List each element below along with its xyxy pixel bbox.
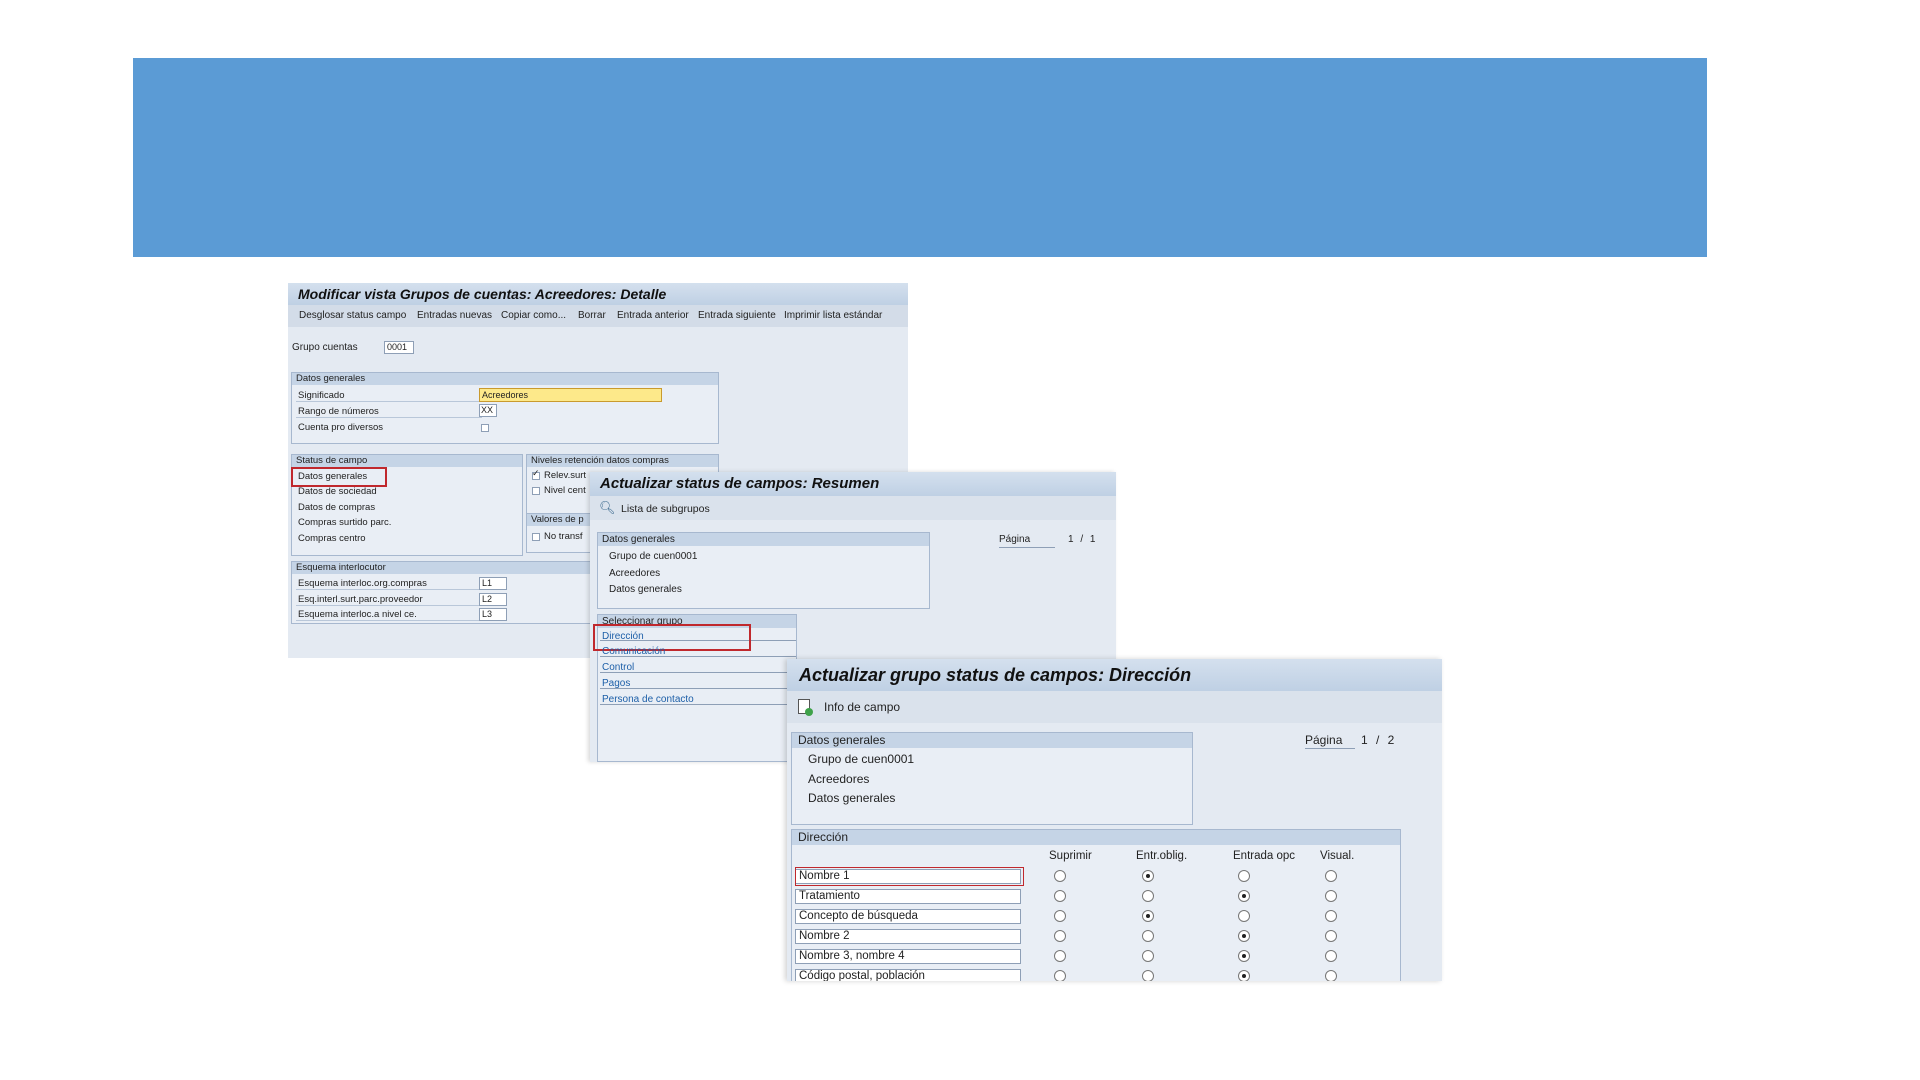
number-range-label: Rango de números	[298, 406, 379, 417]
window-title: Actualizar status de campos: Resumen	[590, 472, 1116, 496]
radio-optional[interactable]	[1238, 890, 1250, 902]
radio-optional[interactable]	[1238, 950, 1250, 962]
number-range-field[interactable]: XX	[479, 404, 497, 417]
toolbar: Desglosar status campo Entradas nuevas C…	[288, 305, 908, 327]
radio-suppress[interactable]	[1054, 910, 1066, 922]
subgroup-list-button[interactable]: Lista de subgrupos	[621, 503, 710, 515]
radio-display[interactable]	[1325, 970, 1337, 981]
magnifier-icon[interactable]: 🔍︎	[599, 500, 616, 516]
no-transfer-checkbox[interactable]	[532, 533, 540, 541]
radio-suppress[interactable]	[1054, 890, 1066, 902]
one-time-account-checkbox[interactable]	[481, 424, 489, 432]
general-data-line-2: Acreedores	[609, 568, 661, 579]
radio-display[interactable]	[1325, 910, 1337, 922]
field-row-name: Nombre 3, nombre 4	[795, 949, 1021, 964]
account-group-label: Grupo cuentas	[292, 342, 358, 353]
toolbar-previous-entry-button[interactable]: Entrada anterior	[617, 310, 689, 321]
meaning-field[interactable]: Acreedores	[479, 388, 662, 402]
radio-display[interactable]	[1325, 890, 1337, 902]
general-data-line-3: Datos generales	[609, 584, 682, 595]
general-data-highlight	[291, 467, 387, 487]
radio-required[interactable]	[1142, 950, 1154, 962]
partner-schema-label-1: Esquema interloc.org.compras	[298, 578, 427, 589]
field-rows: Nombre 1 Tratamiento Concepto de búsqueda N…	[787, 659, 1442, 981]
name-1-highlight	[795, 867, 1024, 886]
meaning-label: Significado	[298, 390, 345, 401]
general-data-line-1: Grupo de cuen0001	[609, 551, 698, 562]
radio-display[interactable]	[1325, 870, 1337, 882]
header-banner	[133, 58, 1707, 257]
field-row-name: Nombre 2	[795, 929, 1021, 944]
toolbar: 🔍︎ Lista de subgrupos	[590, 496, 1116, 520]
general-data-header: Datos generales	[598, 533, 929, 546]
relev-label: Relev.surt	[544, 470, 587, 481]
window-title: Modificar vista Grupos de cuentas: Acree…	[288, 283, 908, 305]
relev-check-mark: ✓	[532, 468, 540, 478]
field-status-header: Status de campo	[292, 455, 522, 467]
toolbar-print-list-button[interactable]: Imprimir lista estándar	[784, 310, 882, 321]
radio-optional[interactable]	[1238, 910, 1250, 922]
partner-schema-label-3: Esquema interloc.a nivel ce.	[298, 609, 417, 620]
page-number: 1 / 1	[1068, 534, 1096, 545]
toolbar-expand-field-status-button[interactable]: Desglosar status campo	[299, 310, 406, 321]
toolbar-delete-button[interactable]: Borrar	[578, 310, 606, 321]
plant-level-label: Nivel cent	[544, 485, 586, 496]
one-time-account-label: Cuenta pro diversos	[298, 422, 384, 433]
radio-suppress[interactable]	[1054, 930, 1066, 942]
field-status-item-partial-assortment[interactable]: Compras surtido parc.	[298, 517, 391, 528]
group-link-communication[interactable]: Comunicación	[602, 646, 665, 657]
page-label: Página	[999, 534, 1031, 545]
radio-display[interactable]	[1325, 930, 1337, 942]
radio-optional[interactable]	[1238, 970, 1250, 981]
retention-levels-header: Niveles retención datos compras	[527, 455, 718, 467]
field-status-item-company-data[interactable]: Datos de sociedad	[298, 486, 377, 497]
plant-level-checkbox[interactable]	[532, 487, 540, 495]
account-group-field[interactable]: 0001	[384, 341, 414, 354]
partner-schema-label-2: Esq.interl.surt.parc.proveedor	[298, 594, 423, 605]
radio-suppress[interactable]	[1054, 970, 1066, 981]
partner-schema-field-1[interactable]: L1	[479, 577, 507, 590]
no-transfer-label: No transf	[544, 531, 583, 542]
radio-required[interactable]	[1142, 930, 1154, 942]
field-status-item-purchasing-data[interactable]: Datos de compras	[298, 502, 375, 513]
radio-optional[interactable]	[1238, 930, 1250, 942]
radio-required[interactable]	[1142, 890, 1154, 902]
field-row-name: Código postal, población	[795, 969, 1021, 981]
group-link-control[interactable]: Control	[602, 662, 634, 673]
toolbar-copy-as-button[interactable]: Copiar como...	[501, 310, 566, 321]
general-data-header: Datos generales	[292, 373, 718, 385]
partner-schema-field-3[interactable]: L3	[479, 608, 507, 621]
radio-required[interactable]	[1142, 970, 1154, 981]
field-row-name: Concepto de búsqueda	[795, 909, 1021, 924]
radio-suppress[interactable]	[1054, 950, 1066, 962]
field-row-name: Tratamiento	[795, 889, 1021, 904]
group-link-contact-person[interactable]: Persona de contacto	[602, 694, 694, 705]
toolbar-new-entries-button[interactable]: Entradas nuevas	[417, 310, 492, 321]
field-status-item-plant-purchasing[interactable]: Compras centro	[298, 533, 366, 544]
radio-display[interactable]	[1325, 950, 1337, 962]
radio-required[interactable]	[1142, 870, 1154, 882]
toolbar-next-entry-button[interactable]: Entrada siguiente	[698, 310, 776, 321]
radio-optional[interactable]	[1238, 870, 1250, 882]
radio-required[interactable]	[1142, 910, 1154, 922]
group-link-payments[interactable]: Pagos	[602, 678, 630, 689]
partner-schema-field-2[interactable]: L2	[479, 593, 507, 606]
radio-suppress[interactable]	[1054, 870, 1066, 882]
window-address-field-status: Actualizar grupo status de campos: Direc…	[787, 659, 1442, 981]
